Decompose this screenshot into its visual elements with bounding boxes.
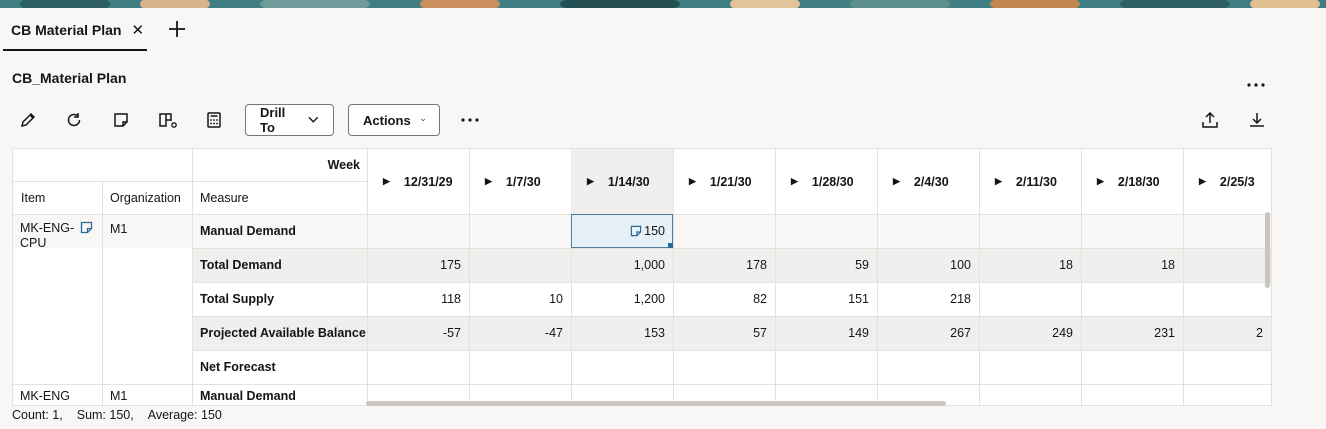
expand-icon[interactable]: ▶	[485, 176, 492, 187]
data-cell[interactable]: 18	[1081, 248, 1183, 282]
data-cell[interactable]	[469, 214, 571, 248]
refresh-icon[interactable]	[62, 108, 86, 132]
data-cell[interactable]: 57	[673, 316, 775, 350]
status-sum: Sum: 150,	[76, 408, 134, 422]
close-icon[interactable]: ✕	[131, 21, 144, 39]
week-label: Week	[327, 158, 360, 172]
header-banner	[0, 0, 1326, 8]
chevron-down-icon	[420, 118, 425, 122]
edit-icon[interactable]	[16, 108, 40, 132]
col-header-organization[interactable]: Organization	[110, 181, 192, 214]
data-cell[interactable]: 1,000	[571, 248, 673, 282]
pivot-grid: Week Item Organization Measure ▶ 12/31/29…	[12, 148, 1272, 406]
data-cell[interactable]	[469, 248, 571, 282]
expand-icon[interactable]: ▶	[995, 176, 1002, 187]
organization-value: M1	[110, 389, 128, 403]
data-cell[interactable]: 249	[979, 316, 1081, 350]
week-header[interactable]: ▶ 12/31/29	[367, 149, 469, 214]
data-cell[interactable]: 151	[775, 282, 877, 316]
data-cell[interactable]: 10	[469, 282, 571, 316]
active-tab-indicator	[3, 49, 147, 51]
data-cell[interactable]	[367, 214, 469, 248]
measure-label: Manual Demand	[200, 224, 296, 238]
item-name[interactable]: MK-ENG	[20, 389, 100, 403]
page-title: CB_Material Plan	[12, 70, 127, 86]
more-actions-icon[interactable]	[458, 108, 482, 132]
data-cell[interactable]: 149	[775, 316, 877, 350]
week-header[interactable]: ▶ 1/14/30	[571, 149, 673, 214]
data-cell[interactable]: 118	[367, 282, 469, 316]
expand-icon[interactable]: ▶	[689, 176, 696, 187]
status-average: Average: 150	[147, 408, 222, 422]
export-icon[interactable]	[1198, 108, 1222, 132]
tab-cb-material-plan[interactable]: CB Material Plan ✕	[0, 8, 148, 51]
note-icon[interactable]	[80, 221, 93, 234]
add-tab-icon[interactable]	[166, 18, 188, 40]
note-icon[interactable]	[109, 108, 133, 132]
expand-icon[interactable]: ▶	[791, 176, 798, 187]
data-cell[interactable]: 18	[979, 248, 1081, 282]
data-cell[interactable]: 218	[877, 282, 979, 316]
download-icon[interactable]	[1245, 108, 1269, 132]
week-header[interactable]: ▶ 2/25/3	[1183, 149, 1271, 214]
week-header[interactable]: ▶ 1/21/30	[673, 149, 775, 214]
measure-label: Projected Available Balance	[200, 326, 366, 340]
measure-label: Total Demand	[200, 258, 282, 272]
status-count: Count: 1,	[12, 408, 63, 422]
data-cell[interactable]	[673, 214, 775, 248]
organization-value: M1	[110, 222, 128, 236]
note-icon[interactable]	[630, 225, 642, 237]
actions-button[interactable]: Actions	[348, 104, 440, 136]
status-bar: Count: 1, Sum: 150, Average: 150	[12, 408, 232, 422]
expand-icon[interactable]: ▶	[1097, 176, 1104, 187]
week-header[interactable]: ▶ 1/7/30	[469, 149, 571, 214]
layout-icon[interactable]	[156, 108, 180, 132]
data-cell[interactable]: 1,200	[571, 282, 673, 316]
expand-icon[interactable]: ▶	[383, 176, 390, 187]
vertical-scrollbar[interactable]	[1265, 212, 1270, 288]
data-cell[interactable]: 2	[1183, 316, 1263, 350]
data-cell[interactable]: 59	[775, 248, 877, 282]
chevron-down-icon	[308, 116, 319, 123]
measure-label: Net Forecast	[200, 360, 276, 374]
data-cell[interactable]: 175	[367, 248, 469, 282]
data-cell[interactable]: -57	[367, 316, 469, 350]
calculator-icon[interactable]	[202, 108, 226, 132]
item-name-cont: CPU	[20, 236, 47, 250]
horizontal-scrollbar[interactable]	[366, 401, 946, 406]
col-header-item[interactable]: Item	[21, 181, 101, 214]
ellipsis-icon[interactable]	[1244, 76, 1268, 92]
week-header[interactable]: ▶ 2/4/30	[877, 149, 979, 214]
expand-icon[interactable]: ▶	[1199, 176, 1206, 187]
data-cell[interactable]: 231	[1081, 316, 1183, 350]
data-cell[interactable]: 153	[571, 316, 673, 350]
col-header-measure[interactable]: Measure	[200, 181, 360, 214]
data-cell[interactable]: 178	[673, 248, 775, 282]
data-cell[interactable]: 82	[673, 282, 775, 316]
week-header[interactable]: ▶ 2/11/30	[979, 149, 1081, 214]
data-cell-selected[interactable]: 150	[571, 214, 673, 248]
actions-label: Actions	[363, 112, 411, 128]
tab-label: CB Material Plan	[11, 21, 122, 38]
drill-to-button[interactable]: Drill To	[245, 104, 334, 136]
data-cell[interactable]: 100	[877, 248, 979, 282]
week-header[interactable]: ▶ 2/18/30	[1081, 149, 1183, 214]
data-cell[interactable]: 267	[877, 316, 979, 350]
expand-icon[interactable]: ▶	[893, 176, 900, 187]
data-cell[interactable]: -47	[469, 316, 571, 350]
expand-icon[interactable]: ▶	[587, 176, 594, 187]
week-header[interactable]: ▶ 1/28/30	[775, 149, 877, 214]
measure-label: Total Supply	[200, 292, 275, 306]
measure-label: Manual Demand	[200, 389, 296, 403]
tab-bar: CB Material Plan ✕	[0, 8, 1326, 52]
drill-to-label: Drill To	[260, 105, 286, 135]
